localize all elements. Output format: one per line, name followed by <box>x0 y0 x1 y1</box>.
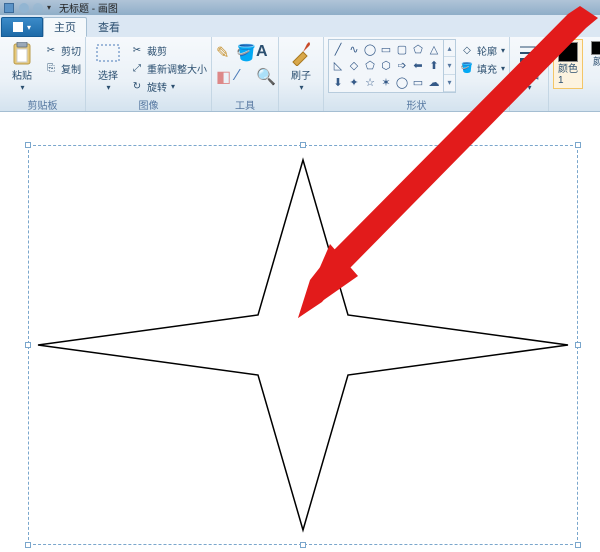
clipboard-icon <box>10 42 34 66</box>
save-icon[interactable] <box>4 3 14 13</box>
copy-button[interactable]: ⎘复制 <box>44 59 81 77</box>
group-label-image: 图像 <box>90 97 207 111</box>
group-colors: 颜色 1 颜 <box>549 37 600 111</box>
brush-icon <box>289 42 313 66</box>
shape-line[interactable]: ╱ <box>330 41 346 58</box>
tab-strip: ▾ 主页 查看 <box>0 15 600 37</box>
rotate-icon: ↻ <box>130 79 144 93</box>
shape-darrow[interactable]: ⬇ <box>330 74 346 91</box>
expand-gallery-icon[interactable]: ▾ <box>444 75 455 92</box>
selection-rect-icon <box>96 42 120 66</box>
redo-icon[interactable] <box>33 3 43 13</box>
pencil-tool[interactable]: ✎ <box>216 43 234 65</box>
shape-callout-cloud[interactable]: ☁ <box>426 74 442 91</box>
file-menu-button[interactable]: ▾ <box>1 17 43 37</box>
size-icon <box>517 42 541 66</box>
resize-button[interactable]: ⤢重新调整大小 <box>130 59 207 77</box>
shapes-gallery[interactable]: ╱ ∿ ◯ ▭ ▢ ⬠ △ ◺ ◇ ⬠ ⬡ ➩ ⬅ ⬆ ⬇ ✦ ☆ <box>328 39 456 93</box>
text-tool[interactable]: A <box>256 43 274 65</box>
color1-button[interactable]: 颜色 1 <box>553 39 583 89</box>
scroll-up-icon[interactable]: ▴ <box>444 40 455 57</box>
shape-triangle[interactable]: △ <box>426 41 442 58</box>
shapes-scroll[interactable]: ▴ ▾ ▾ <box>443 40 455 92</box>
group-brush: 刷子 ▾ <box>279 37 324 111</box>
fill-icon: 🪣 <box>460 61 474 75</box>
shape-pentagon[interactable]: ⬠ <box>362 58 378 75</box>
shape-rtriangle[interactable]: ◺ <box>330 58 346 75</box>
shape-star6[interactable]: ✶ <box>378 74 394 91</box>
title-bar: ▾ 无标题 - 画图 <box>0 0 600 15</box>
group-label-shapes: 形状 <box>328 97 505 111</box>
resize-icon: ⤢ <box>130 61 144 75</box>
group-shapes: ╱ ∿ ◯ ▭ ▢ ⬠ △ ◺ ◇ ⬠ ⬡ ➩ ⬅ ⬆ ⬇ ✦ ☆ <box>324 37 510 111</box>
shape-curve[interactable]: ∿ <box>346 41 362 58</box>
crop-icon: ✂ <box>130 43 144 57</box>
four-point-star-shape[interactable] <box>28 145 578 545</box>
shape-diamond[interactable]: ◇ <box>346 58 362 75</box>
crop-button[interactable]: ✂裁剪 <box>130 41 207 59</box>
group-clipboard: 粘贴 ▾ ✂剪切 ⎘复制 剪贴板 <box>0 37 86 111</box>
scissors-icon: ✂ <box>44 43 58 57</box>
shape-oval[interactable]: ◯ <box>362 41 378 58</box>
cut-button[interactable]: ✂剪切 <box>44 41 81 59</box>
shape-fill-button[interactable]: 🪣填充▾ <box>460 59 505 77</box>
rotate-button[interactable]: ↻旋转▾ <box>130 77 207 95</box>
shape-callout-round[interactable]: ◯ <box>394 74 410 91</box>
select-button[interactable]: 选择 ▾ <box>90 39 126 95</box>
fill-tool[interactable]: 🪣 <box>236 43 254 65</box>
shape-hexagon[interactable]: ⬡ <box>378 58 394 75</box>
tab-view[interactable]: 查看 <box>87 17 131 37</box>
window-title: 无标题 - 画图 <box>59 0 118 15</box>
eraser-tool[interactable]: ◧ <box>216 67 234 89</box>
shape-callout-rect[interactable]: ▭ <box>410 74 426 91</box>
shape-rect[interactable]: ▭ <box>378 41 394 58</box>
shape-rarrow[interactable]: ➩ <box>394 58 410 75</box>
group-label-clipboard: 剪贴板 <box>4 97 81 111</box>
color1-swatch <box>558 42 578 62</box>
ribbon: 粘贴 ▾ ✂剪切 ⎘复制 剪贴板 选择 ▾ ✂裁剪 ⤢重新调整大小 ↻旋转▾ <box>0 37 600 112</box>
canvas-area[interactable] <box>0 112 600 552</box>
magnifier-tool[interactable]: 🔍 <box>256 67 274 89</box>
group-image: 选择 ▾ ✂裁剪 ⤢重新调整大小 ↻旋转▾ 图像 <box>86 37 212 111</box>
tab-home[interactable]: 主页 <box>43 17 87 37</box>
scroll-down-icon[interactable]: ▾ <box>444 57 455 74</box>
qat-dropdown-icon[interactable]: ▾ <box>47 3 51 12</box>
group-size: 粗细 ▾ <box>510 37 549 111</box>
shape-star4[interactable]: ✦ <box>346 74 362 91</box>
shape-star5[interactable]: ☆ <box>362 74 378 91</box>
picker-tool[interactable]: ⁄ <box>236 67 254 89</box>
shape-larrow[interactable]: ⬅ <box>410 58 426 75</box>
copy-icon: ⎘ <box>44 61 58 75</box>
file-menu-icon <box>13 22 23 32</box>
outline-icon: ◇ <box>460 43 474 57</box>
shape-roundrect[interactable]: ▢ <box>394 41 410 58</box>
shape-uarrow[interactable]: ⬆ <box>426 58 442 75</box>
color2-button[interactable]: 颜 <box>587 39 600 70</box>
shape-outline-button[interactable]: ◇轮廓▾ <box>460 41 505 59</box>
color2-swatch <box>591 41 600 55</box>
shape-polygon[interactable]: ⬠ <box>410 41 426 58</box>
brush-button[interactable]: 刷子 ▾ <box>283 39 319 95</box>
group-label-tools: 工具 <box>216 97 274 111</box>
undo-icon[interactable] <box>19 3 29 13</box>
size-button[interactable]: 粗细 ▾ <box>514 39 544 95</box>
paste-button[interactable]: 粘贴 ▾ <box>4 39 40 95</box>
group-tools: ✎ 🪣 A ◧ ⁄ 🔍 工具 <box>212 37 279 111</box>
